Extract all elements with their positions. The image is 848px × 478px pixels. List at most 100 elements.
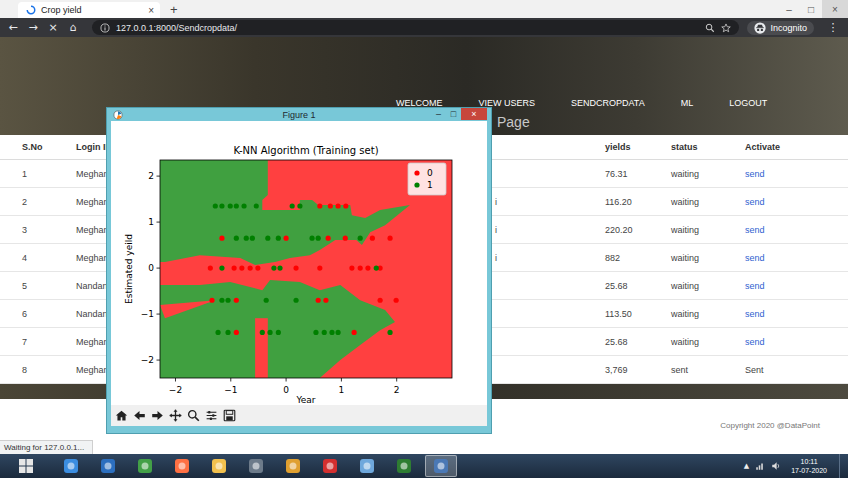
sno-cell: 2	[0, 188, 70, 216]
app-icon	[359, 458, 375, 474]
data-point	[343, 203, 348, 208]
home-icon[interactable]	[115, 409, 128, 422]
data-point	[343, 236, 348, 241]
nav-link[interactable]: ML	[681, 95, 694, 111]
window-control-button[interactable]: □	[800, 0, 822, 18]
send-link[interactable]: send	[745, 225, 765, 235]
app-icon	[174, 458, 190, 474]
zoom-icon[interactable]	[705, 23, 715, 33]
data-point	[219, 203, 224, 208]
taskbar-app[interactable]	[277, 455, 309, 477]
browser-nav-button[interactable]: ←	[4, 21, 22, 34]
data-point	[248, 265, 253, 270]
data-point	[239, 265, 244, 270]
send-link[interactable]: send	[745, 253, 765, 263]
taskbar-app[interactable]	[240, 455, 272, 477]
speaker-icon[interactable]	[771, 461, 781, 471]
nav-link[interactable]: SENDCROPDATA	[571, 95, 645, 111]
matplotlib-figure-window[interactable]: Figure 1 –□× −2−1012−2−1012K-NN Algorith…	[107, 108, 491, 433]
send-link[interactable]: send	[745, 337, 765, 347]
matplotlib-icon	[113, 110, 123, 120]
data-point	[335, 330, 340, 335]
clock[interactable]: 10:11 17-07-2020	[791, 457, 827, 475]
send-link[interactable]: send	[745, 309, 765, 319]
taskbar-app[interactable]	[388, 455, 420, 477]
nav-link[interactable]: LOGOUT	[729, 95, 767, 111]
crop-cell	[492, 356, 602, 384]
yields-cell: 76.31	[602, 160, 668, 188]
window-controls: –□×	[778, 0, 848, 18]
address-bar[interactable]: 127.0.0.1:8000/Sendcropdata/	[92, 20, 739, 35]
data-point	[387, 330, 392, 335]
back-arrow-icon[interactable]	[133, 409, 146, 422]
new-tab-button[interactable]: +	[170, 2, 178, 18]
data-point	[309, 236, 314, 241]
app-icon	[248, 458, 264, 474]
tab-close-button[interactable]: ×	[148, 5, 154, 16]
configure-subplots-icon[interactable]	[205, 409, 218, 422]
url-text[interactable]: 127.0.0.1:8000/Sendcropdata/	[116, 23, 237, 33]
data-point	[219, 265, 224, 270]
browser-menu-button[interactable]: ⋮	[826, 21, 840, 34]
data-point	[244, 236, 249, 241]
data-point	[293, 298, 298, 303]
taskbar: ▲ 10:11 17-07-2020	[0, 454, 848, 478]
browser-toolbar: ←→×⌂ 127.0.0.1:8000/Sendcropdata/ Incogn…	[0, 18, 848, 37]
figure-title-bar[interactable]: Figure 1 –□×	[111, 108, 487, 121]
figure-control-button[interactable]: ×	[461, 108, 487, 120]
start-button[interactable]	[10, 458, 42, 474]
forward-arrow-icon[interactable]	[151, 409, 164, 422]
figure-window-controls: –□×	[431, 108, 487, 120]
save-icon[interactable]	[223, 409, 236, 422]
taskbar-app[interactable]	[129, 455, 161, 477]
status-cell: sent	[668, 356, 742, 384]
status-cell: waiting	[668, 300, 742, 328]
taskbar-app[interactable]	[351, 455, 383, 477]
tray-expand-button[interactable]: ▲	[744, 462, 749, 470]
crop-cell	[492, 272, 602, 300]
taskbar-app[interactable]	[166, 455, 198, 477]
yields-cell: 25.68	[602, 272, 668, 300]
incognito-badge[interactable]: Incognito	[747, 21, 814, 35]
data-point	[234, 330, 239, 335]
figure-control-button[interactable]: □	[446, 108, 461, 120]
network-icon[interactable]	[755, 461, 765, 471]
status-cell: waiting	[668, 188, 742, 216]
send-link[interactable]: send	[745, 281, 765, 291]
browser-nav-button[interactable]: →	[24, 21, 42, 34]
zoom-rect-icon[interactable]	[187, 409, 200, 422]
pan-move-icon[interactable]	[169, 409, 182, 422]
clock-time: 10:11	[801, 457, 818, 466]
figure-control-button[interactable]: –	[431, 108, 446, 120]
data-point	[271, 265, 276, 270]
taskbar-app[interactable]	[425, 455, 457, 477]
taskbar-app[interactable]	[92, 455, 124, 477]
browser-nav-button[interactable]: ×	[44, 21, 62, 34]
browser-nav-button[interactable]: ⌂	[64, 21, 82, 34]
decision-region	[255, 318, 268, 378]
info-icon[interactable]	[100, 23, 110, 33]
window-control-button[interactable]: ×	[822, 0, 848, 18]
axes-frame	[160, 160, 452, 378]
bookmark-star-icon[interactable]	[721, 23, 731, 33]
x-tick-label: −1	[224, 385, 237, 395]
browser-tab[interactable]: Crop yield ×	[18, 2, 160, 18]
x-tick-label: 1	[339, 385, 345, 395]
data-point	[316, 298, 321, 303]
taskbar-app[interactable]	[55, 455, 87, 477]
column-header: status	[668, 135, 742, 160]
data-point	[254, 203, 259, 208]
crop-cell	[492, 300, 602, 328]
data-point	[352, 330, 357, 335]
taskbar-app[interactable]	[203, 455, 235, 477]
legend-marker	[414, 182, 419, 187]
taskbar-app[interactable]	[314, 455, 346, 477]
sent-label: Sent	[745, 365, 764, 375]
window-control-button[interactable]: –	[778, 0, 800, 18]
send-link[interactable]: send	[745, 169, 765, 179]
show-desktop-button[interactable]	[839, 454, 848, 478]
data-point	[213, 203, 218, 208]
activate-cell: send	[742, 160, 848, 188]
send-link[interactable]: send	[745, 197, 765, 207]
crop-cell: i	[492, 188, 602, 216]
